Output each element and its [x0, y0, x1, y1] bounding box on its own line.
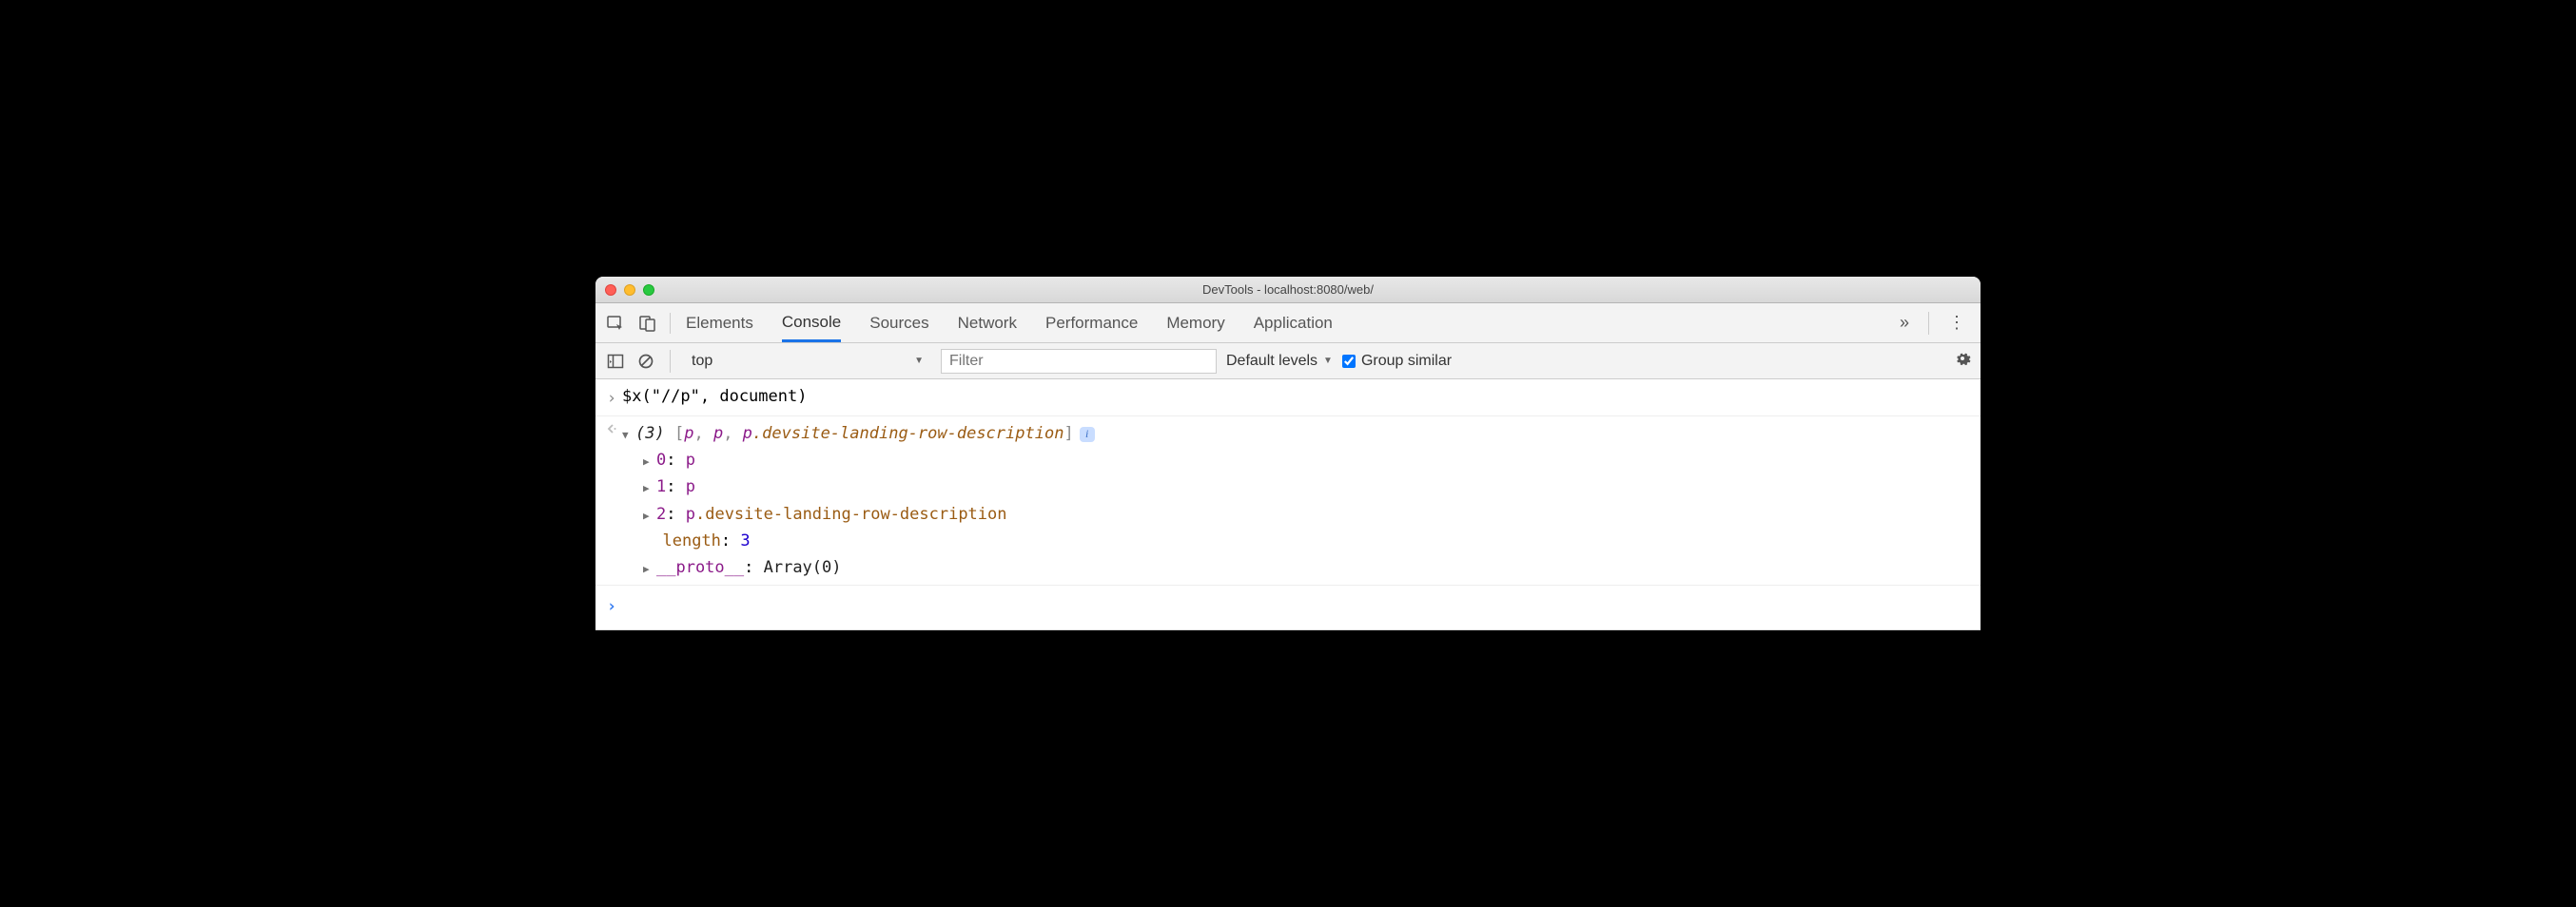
console-output-row: ▼(3) [p, p, p.devsite-landing-row-descri…: [595, 416, 1981, 585]
toggle-console-drawer-icon[interactable]: [605, 351, 626, 372]
prompt-icon: ›: [601, 591, 622, 620]
proto-property[interactable]: ▶__proto__: Array(0): [622, 554, 1971, 581]
group-similar-toggle[interactable]: Group similar: [1342, 353, 1452, 370]
console-input[interactable]: [622, 591, 1971, 620]
result-entry[interactable]: ▶0: p: [643, 447, 1971, 473]
maximize-window-button[interactable]: [643, 284, 654, 296]
group-similar-checkbox[interactable]: [1342, 355, 1356, 368]
execution-context-value: top: [692, 353, 712, 370]
console-toolbar: top Default levels Group similar: [595, 343, 1981, 379]
expand-triangle-icon[interactable]: ▶: [643, 508, 656, 525]
clear-console-icon[interactable]: [635, 351, 656, 372]
expand-triangle-icon[interactable]: ▶: [643, 480, 656, 497]
console-input-row: › $x("//p", document): [595, 379, 1981, 416]
summary-item-tag: p: [713, 424, 723, 443]
tabbar-right: » ⋮: [1894, 312, 1971, 335]
device-toolbar-icon[interactable]: [637, 313, 658, 334]
entry-tag: p: [686, 505, 695, 524]
summary-item-tag: p: [684, 424, 693, 443]
entry-index: 2: [656, 505, 666, 524]
length-property[interactable]: length: 3: [622, 528, 1971, 554]
entry-index: 1: [656, 477, 666, 496]
output-indicator-icon: [601, 420, 622, 580]
divider: [1928, 312, 1929, 335]
console-settings-icon[interactable]: [1954, 350, 1971, 372]
console-result[interactable]: ▼(3) [p, p, p.devsite-landing-row-descri…: [622, 420, 1971, 580]
console-body: › $x("//p", document) ▼(3) [p, p, p.devs…: [595, 379, 1981, 629]
tab-sources[interactable]: Sources: [869, 306, 928, 340]
tabbar: Elements Console Sources Network Performance…: [595, 303, 1981, 343]
devtools-menu-icon[interactable]: ⋮: [1942, 313, 1971, 333]
log-levels-label: Default levels: [1226, 353, 1317, 370]
result-entries: ▶0: p▶1: p▶2: p.devsite-landing-row-desc…: [622, 447, 1971, 527]
tab-network[interactable]: Network: [958, 306, 1017, 340]
tab-performance[interactable]: Performance: [1045, 306, 1138, 340]
expand-triangle-icon[interactable]: ▶: [643, 561, 656, 578]
devtools-window: DevTools - localhost:8080/web/ Elements C…: [595, 277, 1981, 629]
entry-tag: p: [686, 477, 695, 496]
close-window-button[interactable]: [605, 284, 616, 296]
array-length-summary: (3): [635, 424, 665, 443]
titlebar: DevTools - localhost:8080/web/: [595, 277, 1981, 303]
execution-context-dropdown[interactable]: top: [684, 349, 931, 374]
group-similar-label: Group similar: [1361, 353, 1452, 370]
inspect-element-icon[interactable]: [605, 313, 626, 334]
more-tabs-button[interactable]: »: [1894, 313, 1915, 333]
tab-elements[interactable]: Elements: [686, 306, 753, 340]
tab-application[interactable]: Application: [1254, 306, 1333, 340]
tabbar-left-icons: [605, 313, 671, 334]
traffic-lights: [605, 284, 654, 296]
result-entry[interactable]: ▶2: p.devsite-landing-row-description: [643, 501, 1971, 528]
entry-class: .devsite-landing-row-description: [695, 505, 1007, 524]
console-command-text: $x("//p", document): [622, 383, 1971, 412]
entry-tag: p: [686, 451, 695, 470]
result-entry[interactable]: ▶1: p: [643, 473, 1971, 500]
minimize-window-button[interactable]: [624, 284, 635, 296]
expand-triangle-icon[interactable]: ▼: [622, 427, 635, 444]
window-title: DevTools - localhost:8080/web/: [595, 282, 1981, 297]
info-badge-icon[interactable]: i: [1080, 427, 1095, 442]
tab-memory[interactable]: Memory: [1166, 306, 1224, 340]
filter-input[interactable]: [941, 349, 1217, 374]
console-prompt-row[interactable]: ›: [595, 586, 1981, 630]
log-levels-dropdown[interactable]: Default levels: [1226, 353, 1333, 370]
tab-console[interactable]: Console: [782, 305, 841, 342]
result-summary-line[interactable]: ▼(3) [p, p, p.devsite-landing-row-descri…: [622, 420, 1971, 447]
entry-index: 0: [656, 451, 666, 470]
expand-triangle-icon[interactable]: ▶: [643, 454, 656, 471]
tabs: Elements Console Sources Network Performance…: [686, 305, 1894, 341]
divider: [670, 350, 671, 373]
summary-item-class: .devsite-landing-row-description: [752, 424, 1064, 443]
summary-item-tag: p: [743, 424, 752, 443]
input-prompt-icon: ›: [601, 383, 622, 412]
